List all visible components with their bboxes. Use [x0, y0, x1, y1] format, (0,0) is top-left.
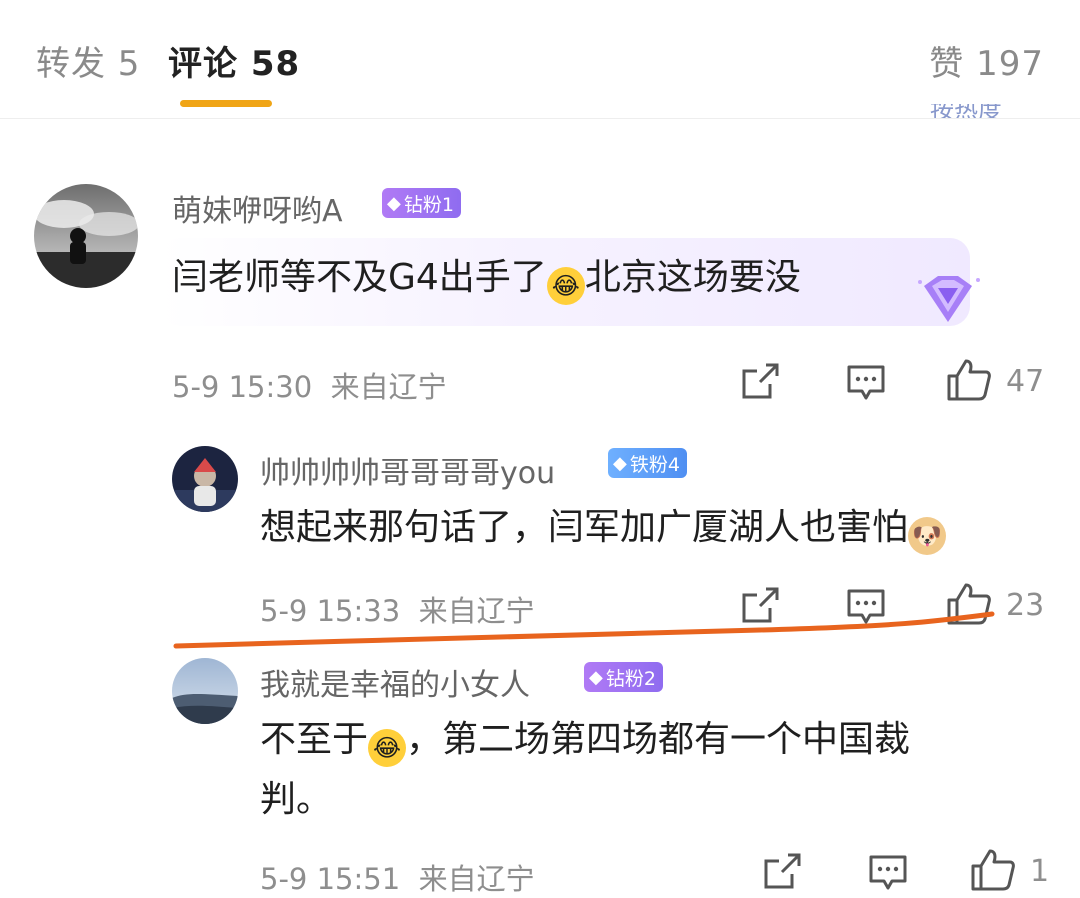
share-icon[interactable] [762, 852, 802, 894]
badge-label: 铁粉4 [629, 453, 680, 476]
laugh-cry-emoji: 😂 [546, 267, 585, 305]
tab-comments[interactable]: 评论 58 [168, 36, 300, 85]
iron-fan-icon: ◆ [613, 452, 627, 474]
comment-text: 闫老师等不及G4出手了 😂 北京这场要没 [172, 246, 801, 310]
username[interactable]: 我就是幸福的小女人 [260, 660, 530, 704]
comment-meta: 5-9 15:33 来自辽宁 [260, 588, 535, 630]
comment-text: 想起来那句话了，闫军加广厦湖人也害怕 🐶 [260, 496, 947, 560]
comment-meta: 5-9 15:30 来自辽宁 [172, 364, 447, 406]
timestamp: 5-9 15:33 [260, 594, 401, 628]
avatar[interactable] [34, 184, 138, 288]
like-icon[interactable] [946, 582, 992, 630]
reply-icon[interactable] [868, 854, 908, 896]
active-tab-indicator [180, 100, 272, 107]
reply-icon[interactable] [846, 364, 886, 406]
badge-label: 钻粉2 [605, 667, 656, 690]
fan-badge: ◆ 钻粉1 [382, 188, 461, 218]
sort-toggle[interactable]: 按热度 [930, 104, 1050, 118]
tab-likes[interactable]: 赞 197 [929, 36, 1044, 85]
share-icon[interactable] [740, 586, 780, 628]
like-count: 47 [1006, 364, 1045, 399]
laugh-cry-emoji: 😂 [368, 729, 407, 767]
diamond-decoration-icon [912, 272, 984, 332]
like-icon[interactable] [970, 848, 1016, 896]
comment-text-line2: 判。 [260, 779, 333, 820]
share-icon[interactable] [740, 362, 780, 404]
like-icon[interactable] [946, 358, 992, 406]
comment-tabs: 转发 5 评论 58 赞 197 按热度 [0, 0, 1080, 119]
badge-label: 钻粉1 [403, 193, 454, 216]
location: 来自辽宁 [418, 594, 535, 628]
comment-text: 不至于 😂 ，第二场第四场都有一个中国裁 [260, 708, 910, 772]
avatar[interactable] [172, 658, 238, 724]
username[interactable]: 萌妹咿呀哟A [172, 186, 343, 230]
like-count: 1 [1030, 854, 1050, 889]
location: 来自辽宁 [418, 862, 535, 896]
location: 来自辽宁 [330, 370, 447, 404]
diamond-icon: ◆ [589, 666, 603, 688]
fan-badge: ◆ 钻粉2 [584, 662, 663, 692]
fan-badge: ◆ 铁粉4 [608, 448, 687, 478]
comment-meta: 5-9 15:51 来自辽宁 [260, 856, 535, 898]
sort-label: 按热度 [930, 104, 1002, 118]
timestamp: 5-9 15:51 [260, 862, 401, 896]
reply-icon[interactable] [846, 588, 886, 630]
like-count: 23 [1006, 588, 1045, 623]
tab-repost[interactable]: 转发 5 [36, 36, 140, 85]
username[interactable]: 帅帅帅帅哥哥哥哥you [260, 448, 555, 492]
timestamp: 5-9 15:30 [172, 370, 313, 404]
doge-emoji: 🐶 [908, 517, 947, 555]
diamond-icon: ◆ [387, 192, 401, 214]
avatar[interactable] [172, 446, 238, 512]
